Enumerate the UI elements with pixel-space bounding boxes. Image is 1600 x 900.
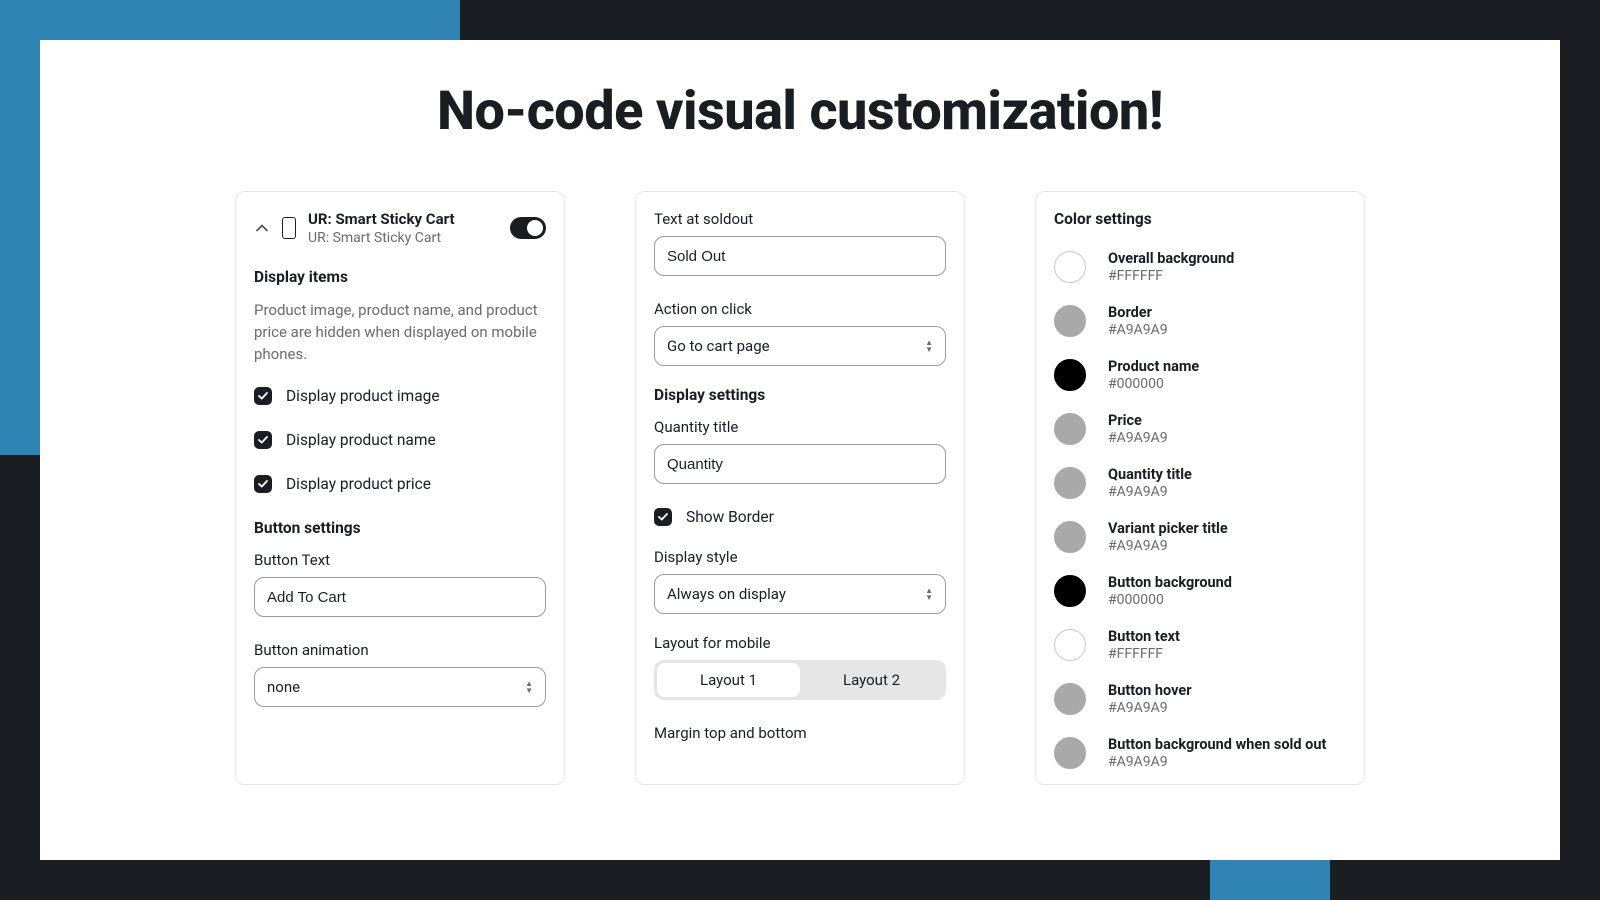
display-items-heading: Display items xyxy=(254,268,546,286)
layout-segmented: Layout 1 Layout 2 xyxy=(654,660,946,700)
check-product-price[interactable]: Display product price xyxy=(254,475,546,493)
color-name: Price xyxy=(1108,412,1168,429)
color-swatch xyxy=(1054,629,1086,661)
color-hex: #A9A9A9 xyxy=(1108,700,1192,716)
color-swatch xyxy=(1054,737,1086,769)
checkbox-checked-icon xyxy=(654,508,672,526)
color-row[interactable]: Button hover#A9A9A9 xyxy=(1054,682,1346,716)
label: Show Border xyxy=(686,508,774,526)
action-click-label: Action on click xyxy=(654,300,946,318)
button-settings-heading: Button settings xyxy=(254,519,546,537)
cards-row: UR: Smart Sticky Cart UR: Smart Sticky C… xyxy=(100,191,1500,785)
soldout-text-label: Text at soldout xyxy=(654,210,946,228)
display-style-label: Display style xyxy=(654,548,946,566)
color-name: Variant picker title xyxy=(1108,520,1228,537)
check-product-image[interactable]: Display product image xyxy=(254,387,546,405)
panel-display-settings: Text at soldout Action on click Go to ca… xyxy=(635,191,965,785)
button-anim-select[interactable]: none ▲▼ xyxy=(254,667,546,707)
color-swatch xyxy=(1054,251,1086,283)
color-row[interactable]: Quantity title#A9A9A9 xyxy=(1054,466,1346,500)
color-row[interactable]: Variant picker title#A9A9A9 xyxy=(1054,520,1346,554)
color-hex: #A9A9A9 xyxy=(1108,430,1168,446)
color-hex: #A9A9A9 xyxy=(1108,322,1168,338)
mobile-icon xyxy=(282,217,296,239)
soldout-text-input[interactable] xyxy=(654,236,946,276)
color-hex: #A9A9A9 xyxy=(1108,538,1228,554)
checkbox-checked-icon xyxy=(254,431,272,449)
color-row[interactable]: Button text#FFFFFF xyxy=(1054,628,1346,662)
color-swatch xyxy=(1054,359,1086,391)
chevron-up-icon[interactable] xyxy=(254,220,270,236)
panel-head-title: UR: Smart Sticky Cart xyxy=(308,210,498,228)
margin-label: Margin top and bottom xyxy=(654,724,946,742)
color-name: Product name xyxy=(1108,358,1199,375)
color-swatch xyxy=(1054,521,1086,553)
qty-title-input[interactable] xyxy=(654,444,946,484)
enable-toggle[interactable] xyxy=(510,217,546,239)
color-hex: #FFFFFF xyxy=(1108,646,1180,662)
color-row[interactable]: Product name#000000 xyxy=(1054,358,1346,392)
color-name: Quantity title xyxy=(1108,466,1192,483)
color-name: Button hover xyxy=(1108,682,1192,699)
label: Display product name xyxy=(286,431,436,449)
color-settings-heading: Color settings xyxy=(1054,210,1346,228)
color-hex: #FFFFFF xyxy=(1108,268,1234,284)
check-product-name[interactable]: Display product name xyxy=(254,431,546,449)
color-name: Overall background xyxy=(1108,250,1234,267)
colors-list: Overall background#FFFFFFBorder#A9A9A9Pr… xyxy=(1054,250,1346,770)
button-text-input[interactable] xyxy=(254,577,546,617)
action-click-select[interactable]: Go to cart page ▲▼ xyxy=(654,326,946,366)
checkbox-checked-icon xyxy=(254,387,272,405)
updown-caret-icon: ▲▼ xyxy=(925,588,933,601)
check-show-border[interactable]: Show Border xyxy=(654,508,946,526)
label: Display product price xyxy=(286,475,431,493)
updown-caret-icon: ▲▼ xyxy=(925,340,933,353)
color-name: Button background xyxy=(1108,574,1232,591)
display-items-desc: Product image, product name, and product… xyxy=(254,300,546,365)
main-canvas: No-code visual customization! UR: Smart … xyxy=(40,40,1560,860)
layout-2-button[interactable]: Layout 2 xyxy=(800,663,943,697)
color-name: Button text xyxy=(1108,628,1180,645)
select-value: none xyxy=(267,678,300,696)
page-title: No-code visual customization! xyxy=(100,80,1500,143)
layout-mobile-label: Layout for mobile xyxy=(654,634,946,652)
select-value: Always on display xyxy=(667,585,786,603)
color-name: Border xyxy=(1108,304,1168,321)
checkbox-checked-icon xyxy=(254,475,272,493)
layout-1-button[interactable]: Layout 1 xyxy=(657,663,800,697)
select-value: Go to cart page xyxy=(667,337,770,355)
button-text-label: Button Text xyxy=(254,551,546,569)
color-hex: #A9A9A9 xyxy=(1108,754,1326,770)
color-hex: #000000 xyxy=(1108,376,1199,392)
qty-title-label: Quantity title xyxy=(654,418,946,436)
color-row[interactable]: Button background when sold out#A9A9A9 xyxy=(1054,736,1346,770)
panel-header: UR: Smart Sticky Cart UR: Smart Sticky C… xyxy=(254,210,546,246)
color-swatch xyxy=(1054,575,1086,607)
panel-head-sub: UR: Smart Sticky Cart xyxy=(308,230,498,246)
panel-display-items: UR: Smart Sticky Cart UR: Smart Sticky C… xyxy=(235,191,565,785)
color-hex: #A9A9A9 xyxy=(1108,484,1192,500)
button-anim-label: Button animation xyxy=(254,641,546,659)
color-row[interactable]: Overall background#FFFFFF xyxy=(1054,250,1346,284)
updown-caret-icon: ▲▼ xyxy=(525,681,533,694)
display-settings-heading: Display settings xyxy=(654,386,946,404)
display-style-select[interactable]: Always on display ▲▼ xyxy=(654,574,946,614)
color-swatch xyxy=(1054,683,1086,715)
label: Display product image xyxy=(286,387,440,405)
color-row[interactable]: Button background#000000 xyxy=(1054,574,1346,608)
color-swatch xyxy=(1054,413,1086,445)
color-swatch xyxy=(1054,305,1086,337)
color-hex: #000000 xyxy=(1108,592,1232,608)
panel-color-settings: Color settings Overall background#FFFFFF… xyxy=(1035,191,1365,785)
color-swatch xyxy=(1054,467,1086,499)
color-row[interactable]: Border#A9A9A9 xyxy=(1054,304,1346,338)
color-row[interactable]: Price#A9A9A9 xyxy=(1054,412,1346,446)
color-name: Button background when sold out xyxy=(1108,736,1326,753)
